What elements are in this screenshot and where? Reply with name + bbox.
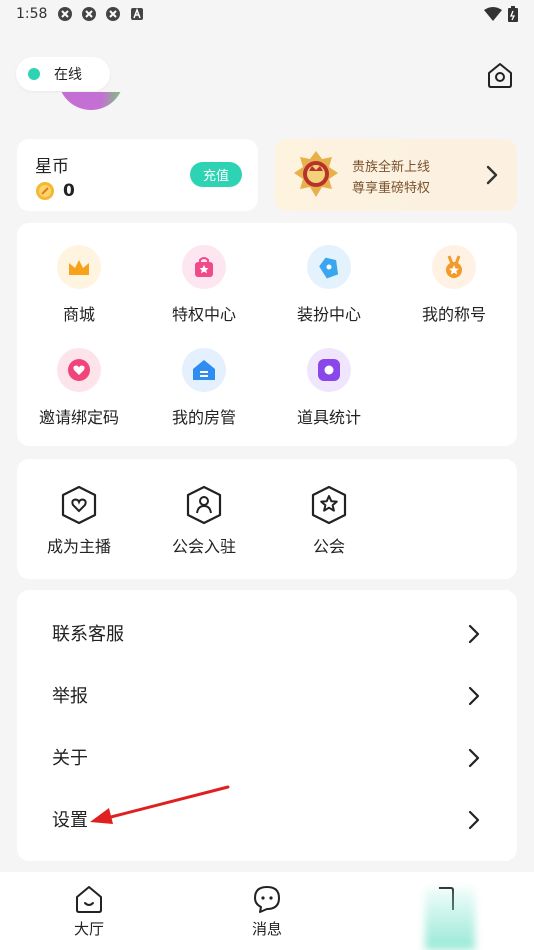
tab-label: 大厅 bbox=[73, 920, 104, 938]
battery-icon bbox=[508, 6, 518, 22]
tab-lobby[interactable]: 大厅 bbox=[0, 872, 178, 950]
crown-icon bbox=[57, 245, 101, 289]
feature-invite-code[interactable]: 邀请绑定码 bbox=[17, 348, 141, 428]
house-icon bbox=[182, 348, 226, 392]
wifi-icon bbox=[484, 7, 502, 21]
coin-icon bbox=[36, 182, 54, 200]
status-time: 1:58 bbox=[16, 6, 48, 22]
feature-item-stats[interactable]: 道具统计 bbox=[267, 348, 391, 428]
guild-card: 成为主播 公会入驻 公会 bbox=[17, 459, 517, 579]
star-shield-icon bbox=[311, 485, 347, 525]
menu-item-label: 设置 bbox=[52, 810, 88, 831]
guild-label: 公会 bbox=[312, 537, 345, 556]
feature-label: 道具统计 bbox=[296, 408, 361, 427]
box-icon bbox=[307, 348, 351, 392]
heart-icon bbox=[57, 348, 101, 392]
coin-card: 星币 0 充值 bbox=[17, 139, 258, 211]
menu-item-label: 举报 bbox=[52, 686, 88, 707]
settings-menu: 联系客服 举报 关于 设置 bbox=[17, 590, 517, 861]
online-status-pill[interactable]: 在线 bbox=[16, 57, 110, 91]
chevron-right-icon bbox=[468, 810, 480, 830]
feature-label: 商城 bbox=[62, 305, 95, 324]
app-notification-icon bbox=[106, 7, 121, 21]
active-tab-glow bbox=[425, 888, 475, 950]
recharge-button[interactable]: 充值 bbox=[190, 162, 242, 187]
chevron-right-icon bbox=[486, 165, 498, 185]
online-dot-icon bbox=[28, 68, 40, 80]
menu-item-customer-service[interactable]: 联系客服 bbox=[17, 602, 517, 664]
feature-label: 装扮中心 bbox=[296, 305, 361, 324]
chevron-right-icon bbox=[468, 686, 480, 706]
chat-bubble-icon bbox=[254, 886, 280, 913]
menu-item-settings[interactable]: 设置 bbox=[17, 788, 517, 850]
feature-room-admin[interactable]: 我的房管 bbox=[142, 348, 266, 428]
online-status-label: 在线 bbox=[54, 67, 82, 83]
feature-privilege[interactable]: 特权中心 bbox=[142, 245, 266, 325]
tab-label: 消息 bbox=[251, 920, 282, 938]
tab-messages[interactable]: 消息 bbox=[178, 872, 356, 950]
font-notification-icon bbox=[131, 7, 144, 20]
app-notification-icon bbox=[82, 7, 97, 21]
chevron-right-icon bbox=[468, 748, 480, 768]
guild-become-anchor[interactable]: 成为主播 bbox=[17, 485, 141, 557]
home-smile-icon bbox=[76, 886, 102, 913]
app-notification-icon bbox=[58, 7, 73, 21]
feature-label: 我的房管 bbox=[171, 408, 236, 427]
feature-label: 特权中心 bbox=[171, 305, 236, 324]
guild-label: 公会入驻 bbox=[171, 537, 236, 556]
home-icon[interactable] bbox=[485, 60, 515, 90]
feature-shop[interactable]: 商城 bbox=[17, 245, 141, 325]
feature-grid: 商城 特权中心 装扮中心 我的称号 邀请绑定码 我的房管 道具统计 bbox=[17, 223, 517, 446]
person-shield-icon bbox=[186, 485, 222, 525]
medal-icon bbox=[432, 245, 476, 289]
menu-item-label: 关于 bbox=[52, 748, 88, 769]
coin-value: 0 bbox=[63, 181, 75, 201]
chevron-right-icon bbox=[468, 624, 480, 644]
noble-line-2: 尊享重磅特权 bbox=[352, 181, 431, 196]
noble-banner[interactable]: 贵族全新上线 尊享重磅特权 bbox=[275, 139, 517, 211]
guild-home[interactable]: 公会 bbox=[267, 485, 391, 557]
avatar[interactable] bbox=[58, 92, 124, 110]
feature-dressup[interactable]: 装扮中心 bbox=[267, 245, 391, 325]
coin-balance: 0 bbox=[35, 181, 75, 201]
guild-label: 成为主播 bbox=[46, 537, 111, 556]
guild-join[interactable]: 公会入驻 bbox=[142, 485, 266, 557]
gift-bag-icon bbox=[182, 245, 226, 289]
status-bar: 1:58 bbox=[0, 0, 534, 28]
menu-item-label: 联系客服 bbox=[52, 624, 124, 645]
feature-title[interactable]: 我的称号 bbox=[392, 245, 516, 325]
menu-item-report[interactable]: 举报 bbox=[17, 664, 517, 726]
coin-title: 星币 bbox=[35, 157, 69, 177]
feature-label: 我的称号 bbox=[421, 305, 486, 324]
feature-label: 邀请绑定码 bbox=[38, 408, 119, 427]
noble-line-1: 贵族全新上线 bbox=[352, 160, 431, 175]
menu-item-about[interactable]: 关于 bbox=[17, 726, 517, 788]
heart-shield-icon bbox=[61, 485, 97, 525]
shirt-icon bbox=[307, 245, 351, 289]
noble-badge-icon bbox=[294, 151, 338, 197]
